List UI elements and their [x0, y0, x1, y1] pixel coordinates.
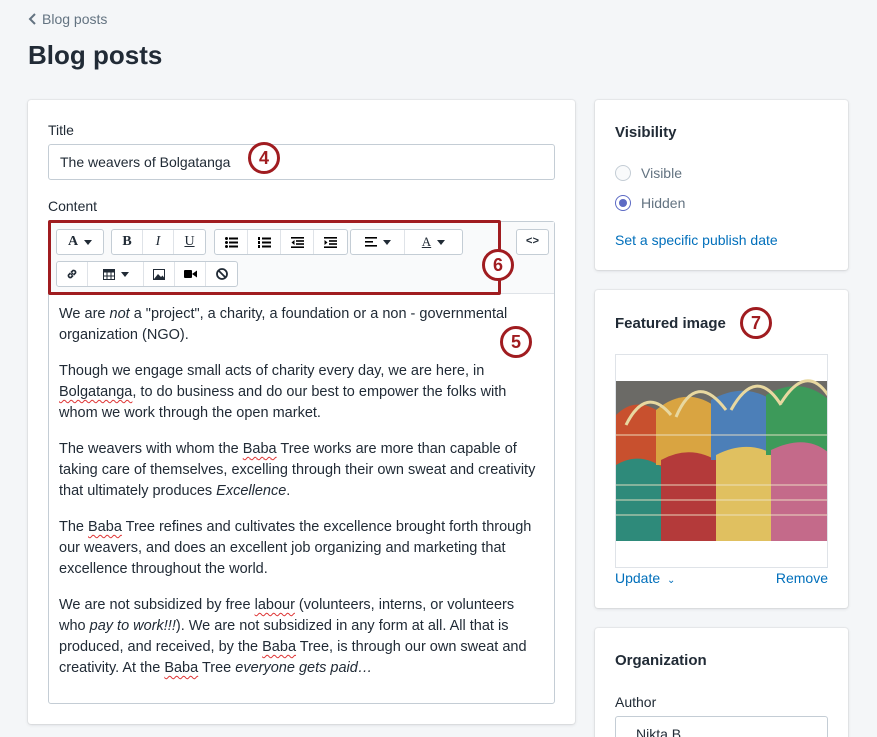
insert-group — [56, 261, 238, 287]
insert-video-button[interactable] — [175, 262, 206, 286]
paragraph: Though we engage small acts of charity e… — [59, 361, 544, 424]
paragraph: We are not subsidized by free labour (vo… — [59, 595, 544, 679]
title-label: Title — [48, 122, 74, 138]
misspelled-word: Baba — [242, 441, 277, 457]
baskets-photo — [616, 355, 827, 567]
chevron-down-icon: ⌄ — [667, 575, 676, 586]
table-dropdown[interactable] — [88, 262, 144, 286]
emphasis: pay to work!!! — [89, 618, 176, 634]
annotation-badge-4: 4 — [248, 142, 280, 174]
misspelled-word: labour — [254, 597, 295, 613]
text: The weavers with whom the — [59, 441, 243, 457]
bold-button[interactable]: B — [112, 230, 143, 254]
back-link[interactable]: Blog posts — [28, 11, 107, 27]
misspelled-word: Baba — [262, 639, 297, 655]
organization-card: Organization Author Nikta B. — [595, 628, 848, 737]
visibility-title: Visibility — [615, 124, 677, 141]
misspelled-word: Bolgatanga — [59, 384, 133, 400]
html-code-button[interactable]: <> — [516, 229, 549, 255]
link-icon — [67, 269, 77, 279]
text: We are — [59, 306, 110, 322]
author-label: Author — [615, 694, 657, 710]
outdent-button[interactable] — [281, 230, 314, 254]
text: . — [286, 483, 291, 499]
paragraph: We are not a "project", a charity, a fou… — [59, 304, 544, 346]
hidden-radio[interactable] — [615, 195, 631, 211]
bullet-list-button[interactable] — [215, 230, 248, 254]
align-group: A — [350, 229, 463, 255]
featured-image-title: Featured image — [615, 315, 726, 332]
numbered-list-icon — [257, 236, 271, 248]
text-color-label: A — [421, 234, 432, 249]
page-title: Blog posts — [28, 40, 163, 70]
annotation-badge-6: 6 — [482, 249, 514, 281]
paragraph: The Baba Tree refines and cultivates the… — [59, 517, 544, 580]
table-icon — [102, 268, 115, 280]
annotation-badge-5: 5 — [500, 326, 532, 358]
editor-toolbar: A B I U A <> — [49, 222, 554, 294]
visible-label: Visible — [641, 165, 682, 181]
remove-image-link[interactable]: Remove — [776, 570, 828, 586]
featured-image-card: Featured image Update ⌄ Remove — [595, 290, 848, 608]
link-button[interactable] — [57, 262, 88, 286]
format-group: B I U — [111, 229, 206, 255]
chevron-down-icon — [120, 271, 129, 277]
text: The — [59, 519, 89, 535]
text-color-dropdown[interactable]: A — [405, 230, 462, 254]
emphasis: everyone gets paid… — [235, 660, 373, 676]
indent-icon — [324, 236, 337, 248]
annotation-badge-7: 7 — [740, 307, 772, 339]
author-select[interactable]: Nikta B. — [615, 716, 828, 737]
content-label: Content — [48, 198, 98, 214]
editor-content[interactable]: We are not a "project", a charity, a fou… — [59, 304, 544, 694]
text: We are not subsidized by free — [59, 597, 255, 613]
chevron-left-icon — [28, 13, 36, 25]
bullet-list-icon — [224, 236, 238, 248]
clear-formatting-icon — [215, 268, 228, 280]
post-editor-card: Title The weavers of Bolgatanga Content … — [28, 100, 575, 724]
video-icon — [183, 270, 197, 278]
paragraph: The weavers with whom the Baba Tree work… — [59, 439, 544, 502]
hidden-label: Hidden — [641, 195, 686, 211]
font-style-label: A — [67, 234, 79, 249]
numbered-list-button[interactable] — [248, 230, 281, 254]
update-image-dropdown[interactable]: Update ⌄ — [615, 570, 675, 586]
title-input[interactable]: The weavers of Bolgatanga — [48, 144, 555, 180]
italic-button[interactable]: I — [143, 230, 174, 254]
misspelled-word: Baba — [164, 660, 199, 676]
emphasis: Excellence — [216, 483, 287, 499]
list-group — [214, 229, 348, 255]
text: Tree refines and cultivates the excellen… — [59, 519, 532, 577]
publish-date-link[interactable]: Set a specific publish date — [615, 232, 778, 248]
align-left-icon — [364, 237, 377, 247]
font-style-dropdown[interactable]: A — [57, 230, 103, 254]
font-group: A — [56, 229, 104, 255]
image-icon — [153, 268, 165, 280]
visibility-card: Visibility Visible Hidden Set a specific… — [595, 100, 848, 270]
rich-text-editor[interactable]: A B I U A <> We are not a "project", a c… — [48, 221, 555, 704]
clear-formatting-button[interactable] — [206, 262, 237, 286]
text: Though we engage small acts of charity e… — [59, 363, 485, 379]
visible-radio[interactable] — [615, 165, 631, 181]
organization-title: Organization — [615, 652, 707, 669]
chevron-down-icon — [437, 239, 446, 245]
chevron-down-icon — [382, 239, 391, 245]
chevron-down-icon — [84, 239, 93, 245]
update-label: Update — [615, 570, 661, 586]
text: Tree — [198, 660, 236, 676]
author-value: Nikta B. — [636, 726, 686, 737]
back-link-label: Blog posts — [42, 11, 108, 27]
visible-option[interactable]: Visible — [615, 165, 682, 181]
indent-button[interactable] — [314, 230, 347, 254]
align-dropdown[interactable] — [351, 230, 405, 254]
emphasis: not — [109, 306, 130, 322]
misspelled-word: Baba — [88, 519, 122, 535]
insert-image-button[interactable] — [144, 262, 175, 286]
featured-image[interactable] — [615, 354, 828, 568]
outdent-icon — [290, 236, 304, 248]
underline-button[interactable]: U — [174, 230, 205, 254]
hidden-option[interactable]: Hidden — [615, 195, 685, 211]
